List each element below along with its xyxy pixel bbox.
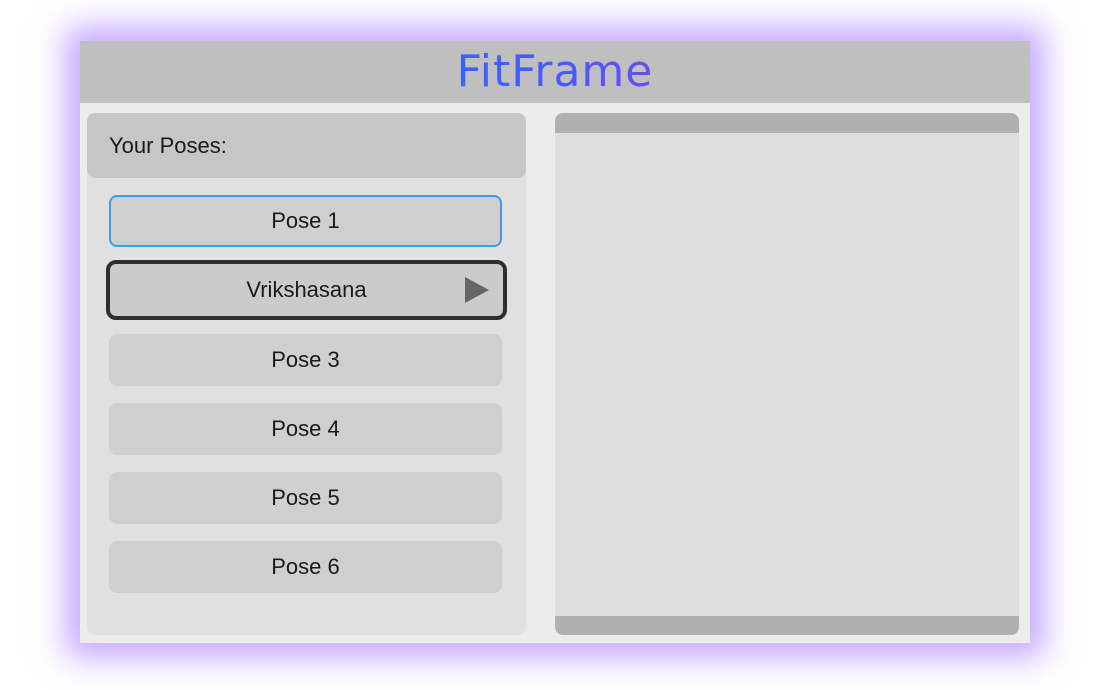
pose-item-5[interactable]: Pose 5 [109,472,502,524]
poses-panel: Your Poses: Pose 1 Vrikshasana Pose 3 Po… [87,113,526,635]
poses-header-label: Your Poses: [109,132,227,158]
pose-item-6[interactable]: Pose 6 [109,541,502,593]
pose-item-1[interactable]: Pose 1 [109,195,502,247]
pose-item-label: Pose 4 [271,416,340,441]
app-title: FitFrame [456,46,654,97]
preview-top-bar [555,113,1019,133]
pose-item-label: Vrikshasana [246,277,367,302]
pose-item-label: Pose 3 [271,347,340,372]
pose-item-3[interactable]: Pose 3 [109,334,502,386]
pose-item-label: Pose 6 [271,554,340,579]
pose-item-label: Pose 5 [271,485,340,510]
play-icon[interactable] [465,277,489,303]
preview-bottom-bar [555,616,1019,635]
pose-item-label: Pose 1 [271,208,340,233]
app-window: FitFrame Your Poses: Pose 1 Vrikshasana … [80,41,1030,643]
pose-item-4[interactable]: Pose 4 [109,403,502,455]
title-bar: FitFrame [80,41,1030,103]
pose-item-vrikshasana[interactable]: Vrikshasana [106,260,507,320]
preview-panel [555,113,1019,635]
poses-header: Your Poses: [87,113,526,178]
